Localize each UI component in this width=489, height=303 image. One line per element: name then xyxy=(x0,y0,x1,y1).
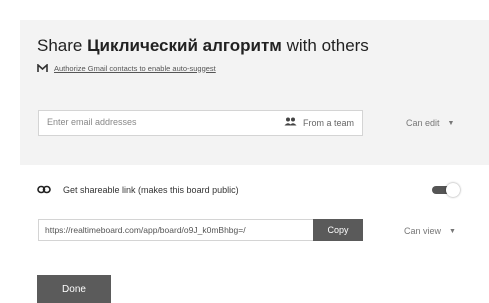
shareable-link-label: Get shareable link (makes this board pub… xyxy=(63,185,239,195)
link-icon xyxy=(37,181,51,199)
email-placeholder: Enter email addresses xyxy=(47,117,137,127)
share-url-text: https://realtimeboard.com/app/board/o9J_… xyxy=(45,225,246,235)
gmail-icon xyxy=(37,63,48,73)
invite-permission-select[interactable]: Can edit ▼ xyxy=(406,118,454,128)
from-team-label: From a team xyxy=(302,117,354,128)
team-icon xyxy=(284,117,297,128)
done-button[interactable]: Done xyxy=(37,275,111,303)
caret-down-icon: ▼ xyxy=(447,119,455,127)
copy-button[interactable]: Copy xyxy=(313,219,363,241)
link-permission-label: Can view xyxy=(404,226,442,236)
gmail-authorize-link[interactable]: Authorize Gmail contacts to enable auto-… xyxy=(54,64,216,73)
invite-permission-label: Can edit xyxy=(406,118,440,128)
shareable-link-row: Get shareable link (makes this board pub… xyxy=(37,183,239,197)
from-team-button[interactable]: From a team xyxy=(284,117,354,128)
gmail-authorize-row: Authorize Gmail contacts to enable auto-… xyxy=(37,62,216,74)
public-link-toggle[interactable] xyxy=(432,183,460,197)
dialog-title: Share Циклический алгоритм with others xyxy=(37,36,369,56)
link-permission-select[interactable]: Can view ▼ xyxy=(404,226,456,236)
title-prefix: Share xyxy=(37,36,83,55)
toggle-knob xyxy=(446,183,460,197)
email-input[interactable]: Enter email addresses From a team xyxy=(38,110,363,136)
share-url-field[interactable]: https://realtimeboard.com/app/board/o9J_… xyxy=(38,219,313,241)
caret-down-icon: ▼ xyxy=(449,227,456,235)
title-suffix: with others xyxy=(286,36,369,55)
board-name: Циклический алгоритм xyxy=(87,36,282,55)
